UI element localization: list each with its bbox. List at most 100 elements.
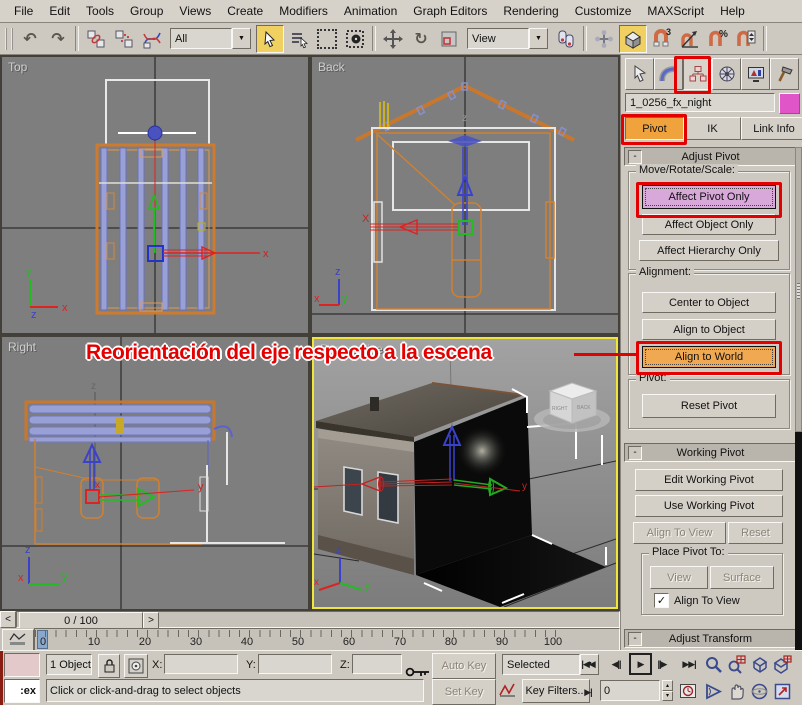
object-color-swatch[interactable] [779,93,800,114]
rollout-working-pivot[interactable]: - Working Pivot [624,443,797,462]
percent-snap-icon[interactable]: % [705,26,731,52]
frame-spinner[interactable]: ▴ ▾ [662,680,673,701]
goto-end-icon[interactable]: ▶▶| [678,653,700,675]
time-slider-track[interactable]: 0 / 100 > [16,611,620,628]
select-manipulate-icon[interactable] [591,26,617,52]
subtab-pivot[interactable]: Pivot [625,117,684,140]
perspective-viewport-canvas[interactable]: y RIGHT BACK z x y [314,339,616,607]
top-viewport-canvas[interactable]: x y x z [2,57,308,333]
collapse-icon[interactable]: - [628,150,642,164]
reset-working-pivot-button[interactable]: Reset [728,522,783,544]
new-key-curve-icon[interactable] [498,679,518,701]
tab-display-icon[interactable] [741,58,770,90]
goto-start-icon[interactable]: |◀◀ [578,653,598,675]
y-coordinate-field[interactable] [258,654,332,674]
viewport-top[interactable]: x y x z Top [2,57,308,333]
snap-3d-icon[interactable]: 3 [649,26,675,52]
use-working-pivot-button[interactable]: Use Working Pivot [635,495,783,517]
object-name-field[interactable]: 1_0256_fx_night [625,93,775,112]
menu-item-tools[interactable]: Tools [78,1,122,21]
link-icon[interactable] [83,26,109,52]
affect-object-only-button[interactable]: Affect Object Only [642,214,776,235]
affect-pivot-only-button[interactable]: Affect Pivot Only [642,185,776,209]
bind-spacewarp-icon[interactable] [139,26,165,52]
viewport-right[interactable]: z [2,337,308,609]
unlink-icon[interactable] [111,26,137,52]
arc-rotate-icon[interactable] [749,680,769,702]
set-key-button[interactable]: Set Key [432,679,496,705]
selection-lock-icon[interactable] [98,654,120,678]
viewport-label-back[interactable]: Back [318,60,345,74]
selection-filter-dropdown[interactable]: All ▼ [170,28,251,49]
subtab-ik[interactable]: IK [684,117,741,140]
select-scale-icon[interactable] [436,26,462,52]
toolbar-grip[interactable] [5,28,13,50]
x-coordinate-field[interactable] [164,654,238,674]
menu-item-animation[interactable]: Animation [336,1,405,21]
center-to-object-button[interactable]: Center to Object [642,292,776,313]
menu-item-modifiers[interactable]: Modifiers [271,1,336,21]
spinner-snap-icon[interactable] [733,26,759,52]
menu-item-customize[interactable]: Customize [567,1,640,21]
align-to-world-button[interactable]: Align to World [642,346,776,368]
checkbox-checked-icon[interactable]: ✓ [654,593,669,608]
snaps-toggle-icon[interactable] [619,25,647,53]
viewport-label-right[interactable]: Right [8,340,36,354]
undo-icon[interactable]: ↶ [17,26,43,52]
spinner-down-icon[interactable]: ▾ [662,691,673,702]
crossing-selection-icon[interactable] [342,26,368,52]
use-pivot-center-icon[interactable] [553,26,579,52]
time-slider-next-button[interactable]: > [143,612,159,629]
viewport-back[interactable]: z X z x y [312,57,618,333]
absolute-offset-toggle-icon[interactable] [124,654,148,678]
collapse-icon[interactable]: - [628,632,642,646]
previous-frame-icon[interactable]: ◀|| [606,653,626,675]
edit-working-pivot-button[interactable]: Edit Working Pivot [635,469,783,491]
align-to-object-button[interactable]: Align to Object [642,319,776,340]
next-frame-icon[interactable]: ||▶ [652,653,672,675]
collapse-icon[interactable]: - [628,446,642,460]
menu-item-group[interactable]: Group [122,1,171,21]
pan-hand-icon[interactable] [726,680,746,702]
mini-curve-editor-icon[interactable] [2,629,34,651]
maxscript-mini-listener-pink[interactable] [4,653,40,677]
rollout-adjust-transform[interactable]: - Adjust Transform [624,629,797,648]
reset-pivot-button[interactable]: Reset Pivot [642,394,776,418]
zoom-icon[interactable] [703,653,723,675]
menu-item-file[interactable]: File [6,1,41,21]
tab-utilities-icon[interactable] [770,58,799,90]
angle-snap-icon[interactable] [677,26,703,52]
maximize-viewport-toggle-icon[interactable] [772,680,792,702]
redo-icon[interactable]: ↷ [45,26,71,52]
reference-coordinate-dropdown[interactable]: View ▼ [467,28,548,49]
auto-key-button[interactable]: Auto Key [432,653,496,679]
menu-item-edit[interactable]: Edit [41,1,78,21]
chevron-down-icon[interactable]: ▼ [232,28,251,49]
select-object-icon[interactable] [256,25,284,53]
select-move-icon[interactable] [380,26,406,52]
spinner-up-icon[interactable]: ▴ [662,680,673,691]
time-slider-prev-button[interactable]: < [0,611,16,628]
maxscript-mini-listener[interactable]: :ex [4,679,40,703]
menu-item-help[interactable]: Help [712,1,753,21]
reference-coordinate-value[interactable]: View [467,28,529,49]
menu-item-graph-editors[interactable]: Graph Editors [405,1,495,21]
zoom-all-icon[interactable] [726,653,746,675]
chevron-down-icon[interactable]: ▼ [529,28,548,49]
scrollbar-thumb[interactable] [795,147,802,432]
z-coordinate-field[interactable] [352,654,402,674]
field-of-view-icon[interactable] [703,680,723,702]
zoom-extents-all-icon[interactable] [772,653,792,675]
selection-filter-value[interactable]: All [170,28,232,49]
time-selection-value[interactable]: Selected [502,654,580,675]
tab-motion-icon[interactable] [712,58,741,90]
transform-gizmo[interactable]: z X [362,113,482,234]
tab-modify-icon[interactable] [654,58,683,90]
viewport-perspective[interactable]: y RIGHT BACK z x y [312,337,618,609]
tab-create-icon[interactable] [625,58,654,90]
time-slider-handle[interactable]: 0 / 100 [19,612,143,629]
affect-hierarchy-only-button[interactable]: Affect Hierarchy Only [639,240,779,261]
zoom-extents-icon[interactable] [749,653,769,675]
menu-item-maxscript[interactable]: MAXScript [639,1,712,21]
back-viewport-canvas[interactable]: z X z x y [312,57,618,333]
